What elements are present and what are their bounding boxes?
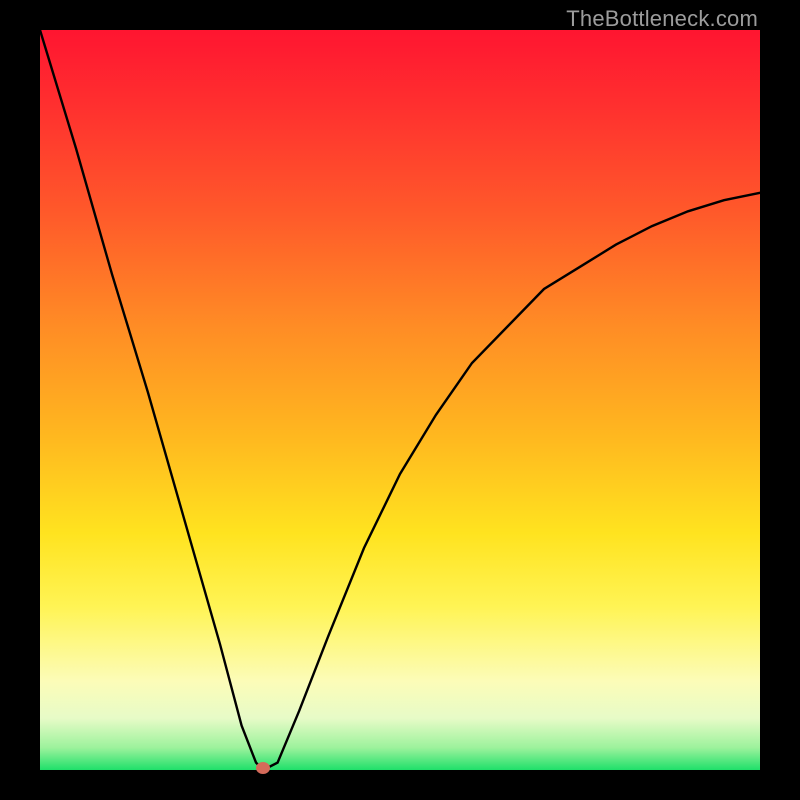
plot-area (40, 30, 760, 770)
watermark-text: TheBottleneck.com (566, 6, 758, 32)
chart-frame: TheBottleneck.com (0, 0, 800, 800)
bottleneck-curve (40, 30, 760, 770)
minimum-marker (256, 762, 270, 774)
